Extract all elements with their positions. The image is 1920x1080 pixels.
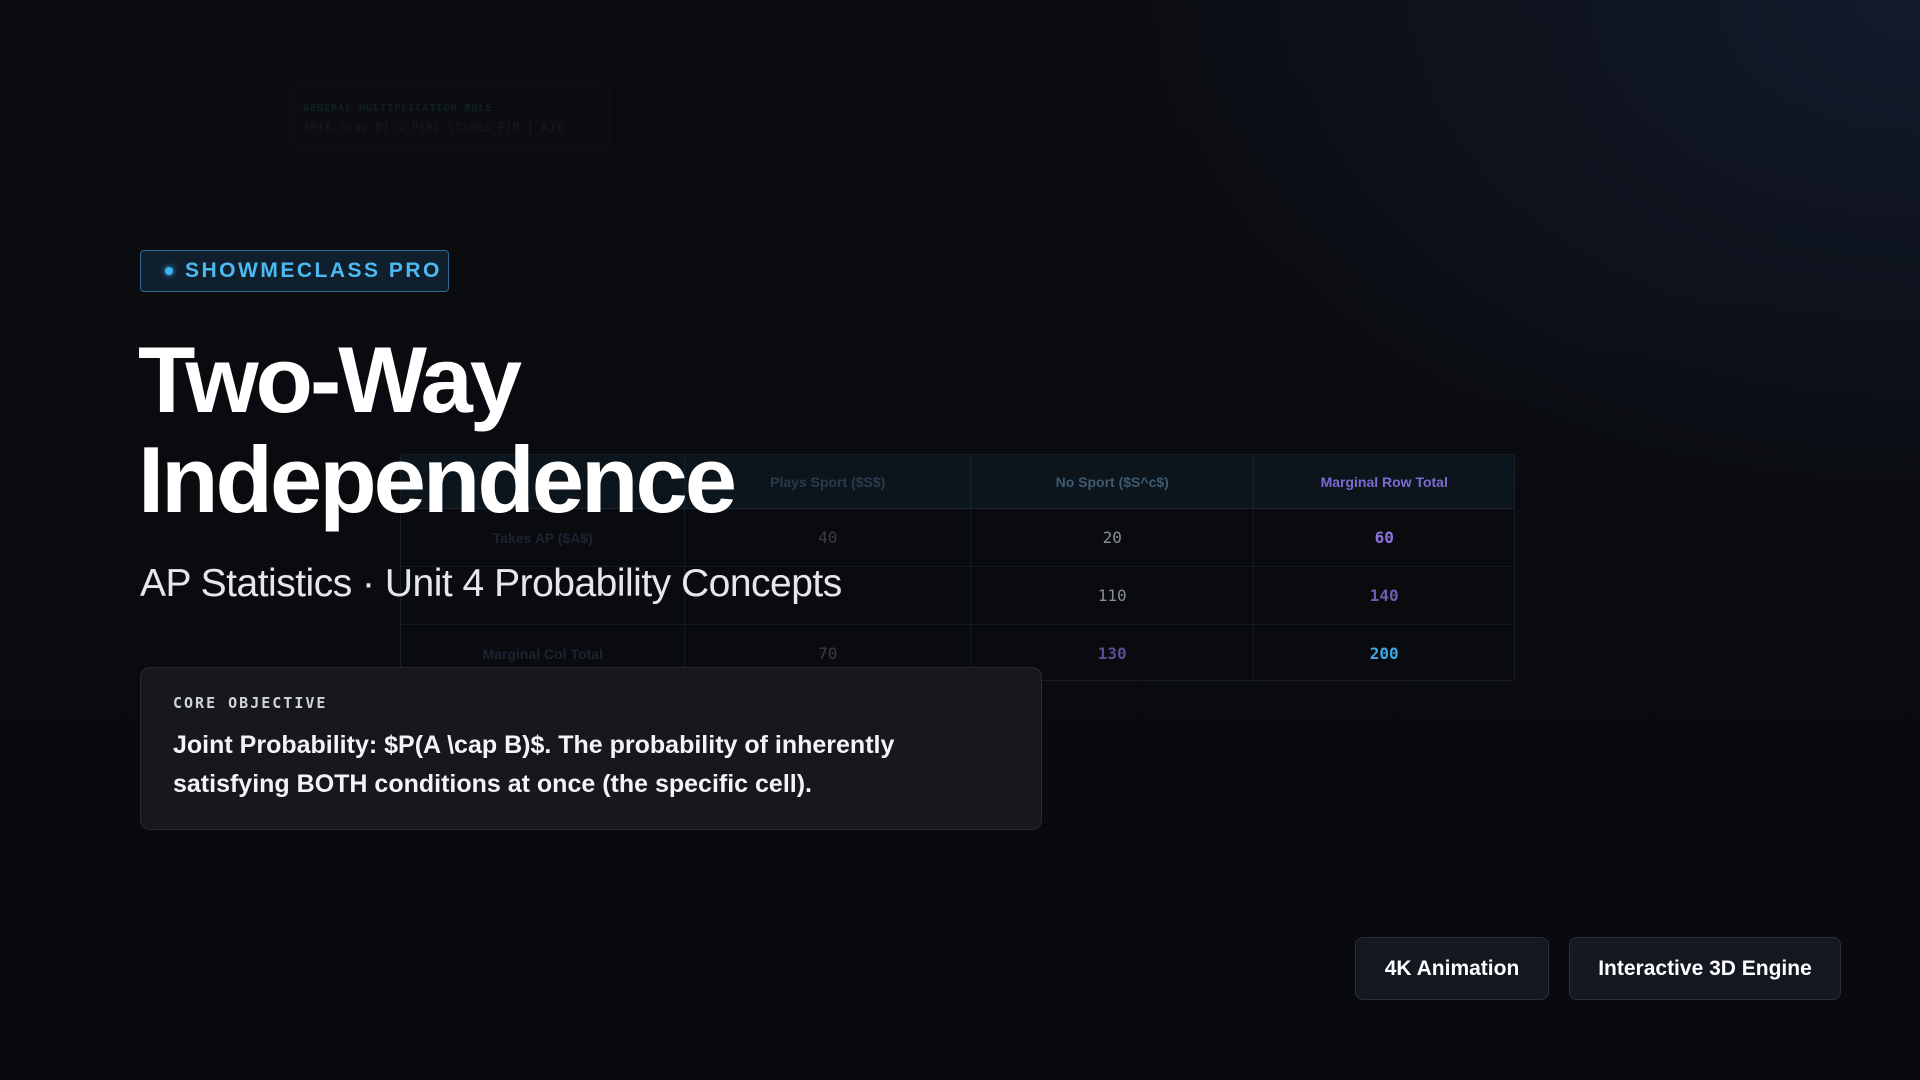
formula-label: General Multiplication Rule <box>303 103 493 114</box>
objective-text: Joint Probability: $P(A \cap B)$. The pr… <box>173 731 895 798</box>
slide: General Multiplication Rule $P(A \cap B)… <box>0 0 1920 1080</box>
page-title-line-1: Two-Way <box>138 327 522 432</box>
table-cell-row-total: 60 <box>1374 528 1394 547</box>
tag-interactive-3d-engine[interactable]: Interactive 3D Engine <box>1569 937 1841 1000</box>
objective-card: CORE OBJECTIVE Joint Probability: $P(A \… <box>140 667 1042 830</box>
formula-card: General Multiplication Rule $P(A \cap B)… <box>290 84 610 150</box>
brand-badge-label: SHOWMECLASS PRO <box>185 259 442 282</box>
page-title: Two-Way Independence <box>138 327 737 532</box>
page-subtitle: AP Statistics · Unit 4 Probability Conce… <box>140 562 842 605</box>
formula-expression: $P(A \cap B) = P(A) \times P(B | A)$ <box>303 120 564 134</box>
page-title-line-2: Independence <box>138 427 737 532</box>
table-cell: 20 <box>971 509 1255 566</box>
table-header-no-sport: No Sport ($S^c$) <box>971 455 1255 508</box>
objective-label: CORE OBJECTIVE <box>173 694 328 712</box>
table-header-marginal-row: Marginal Row Total <box>1320 473 1448 490</box>
status-dot-icon <box>165 267 173 275</box>
brand-badge: SHOWMECLASS PRO <box>140 250 449 292</box>
table-cell-row-total: 140 <box>1369 586 1399 605</box>
tag-4k-animation[interactable]: 4K Animation <box>1355 937 1549 1000</box>
table-cell-grand-total: 200 <box>1369 644 1399 663</box>
table-cell: 110 <box>971 567 1255 624</box>
